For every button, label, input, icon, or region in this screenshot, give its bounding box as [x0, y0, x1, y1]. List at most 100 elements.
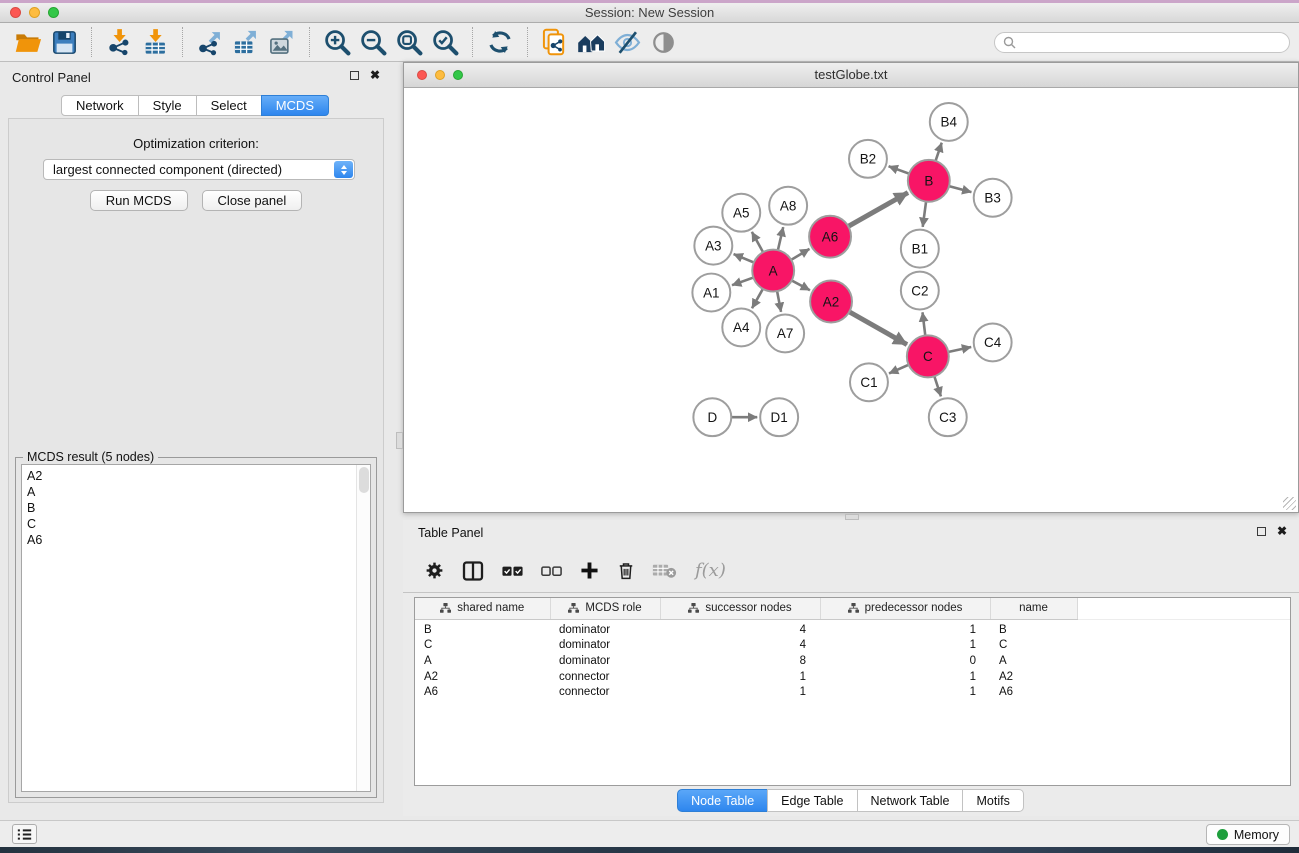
graph-node-label-B1: B1: [912, 241, 928, 256]
result-scrollbar[interactable]: [356, 465, 370, 791]
close-network-button[interactable]: [417, 70, 427, 80]
save-session-button[interactable]: [46, 25, 82, 59]
table-cell[interactable]: A6: [990, 684, 1077, 700]
float-panel-icon[interactable]: [1257, 527, 1266, 536]
column-header-successor-nodes[interactable]: successor nodes: [660, 598, 820, 619]
tab-select[interactable]: Select: [196, 95, 262, 116]
table-cell[interactable]: dominator: [550, 638, 660, 654]
tab-motifs[interactable]: Motifs: [962, 789, 1023, 812]
tab-edge-table[interactable]: Edge Table: [767, 789, 857, 812]
table-cell[interactable]: A: [990, 653, 1077, 669]
result-item[interactable]: A: [27, 484, 370, 500]
table-row[interactable]: Adominator80A: [415, 653, 1290, 669]
import-table-icon: [141, 28, 169, 56]
zoom-network-button[interactable]: [453, 70, 463, 80]
close-panel-button[interactable]: Close panel: [202, 190, 303, 211]
tab-network-table[interactable]: Network Table: [857, 789, 964, 812]
table-cell[interactable]: connector: [550, 684, 660, 700]
tab-network[interactable]: Network: [61, 95, 139, 116]
table-settings-button[interactable]: [424, 560, 445, 581]
network-graph[interactable]: B4B2BB3A5A8A6A3B1AA1C2A2A4A7C4CC1C3DD1: [404, 89, 1298, 512]
show-graphics-details-button[interactable]: [645, 25, 681, 59]
search-field[interactable]: [994, 32, 1290, 53]
tab-mcds[interactable]: MCDS: [261, 95, 329, 116]
select-all-button[interactable]: [501, 559, 524, 582]
hide-selected-button[interactable]: [609, 25, 645, 59]
network-from-selection-button[interactable]: [537, 25, 573, 59]
task-history-button[interactable]: [12, 824, 37, 844]
column-header-shared-name[interactable]: shared name: [415, 598, 550, 619]
table-cell[interactable]: 4: [660, 622, 820, 638]
table-cell[interactable]: 8: [660, 653, 820, 669]
table-cell[interactable]: connector: [550, 669, 660, 685]
function-builder-button[interactable]: f(x): [693, 560, 726, 581]
zoom-out-button[interactable]: [355, 25, 391, 59]
refresh-network-button[interactable]: [482, 25, 518, 59]
minimize-network-button[interactable]: [435, 70, 445, 80]
result-item[interactable]: B: [27, 500, 370, 516]
table-cell[interactable]: A2: [415, 669, 550, 685]
mcds-result-list[interactable]: A2ABCA6: [21, 464, 371, 792]
table-cell[interactable]: B: [990, 622, 1077, 638]
run-mcds-button[interactable]: Run MCDS: [90, 190, 188, 211]
minimize-window-button[interactable]: [29, 7, 40, 18]
table-cell[interactable]: 1: [660, 684, 820, 700]
panel-divider-handle[interactable]: [396, 432, 403, 449]
export-network-button[interactable]: [192, 25, 228, 59]
table-cell[interactable]: 1: [820, 669, 990, 685]
result-item[interactable]: A6: [27, 532, 370, 548]
delete-table-button[interactable]: [652, 562, 677, 580]
table-cell[interactable]: A2: [990, 669, 1077, 685]
table-cell[interactable]: A6: [415, 684, 550, 700]
memory-button[interactable]: Memory: [1206, 824, 1290, 845]
table-row[interactable]: Cdominator41C: [415, 638, 1290, 654]
split-column-button[interactable]: [461, 559, 485, 583]
table-row[interactable]: A6connector11A6: [415, 684, 1290, 700]
table-cell[interactable]: dominator: [550, 653, 660, 669]
table-cell[interactable]: 1: [660, 669, 820, 685]
table-cell[interactable]: 1: [820, 622, 990, 638]
tree-icon: [688, 603, 699, 613]
zoom-window-button[interactable]: [48, 7, 59, 18]
table-cell[interactable]: dominator: [550, 622, 660, 638]
table-cell[interactable]: 1: [820, 684, 990, 700]
export-image-button[interactable]: [264, 25, 300, 59]
tab-style[interactable]: Style: [138, 95, 197, 116]
close-panel-icon[interactable]: ✖: [370, 70, 380, 80]
deselect-all-button[interactable]: [540, 559, 563, 582]
zoom-selected-button[interactable]: [427, 25, 463, 59]
export-table-button[interactable]: [228, 25, 264, 59]
node-table[interactable]: shared nameMCDS rolesuccessor nodesprede…: [414, 597, 1291, 786]
network-canvas[interactable]: B4B2BB3A5A8A6A3B1AA1C2A2A4A7C4CC1C3DD1: [404, 89, 1298, 512]
tab-node-table[interactable]: Node Table: [677, 789, 768, 812]
resize-grip[interactable]: [1283, 497, 1296, 510]
column-header-MCDS-role[interactable]: MCDS role: [550, 598, 660, 619]
result-item[interactable]: A2: [27, 468, 370, 484]
table-cell[interactable]: 1: [820, 638, 990, 654]
open-file-button[interactable]: [10, 25, 46, 59]
table-cell[interactable]: 4: [660, 638, 820, 654]
zoom-in-button[interactable]: [319, 25, 355, 59]
table-cell[interactable]: B: [415, 622, 550, 638]
table-cell[interactable]: A: [415, 653, 550, 669]
close-panel-icon[interactable]: ✖: [1277, 526, 1287, 536]
table-row[interactable]: Bdominator41B: [415, 622, 1290, 638]
float-panel-icon[interactable]: [350, 71, 359, 80]
result-item[interactable]: C: [27, 516, 370, 532]
first-neighbors-button[interactable]: [573, 25, 609, 59]
table-cell[interactable]: C: [990, 638, 1077, 654]
table-cell[interactable]: C: [415, 638, 550, 654]
add-column-button[interactable]: [579, 560, 600, 581]
column-header-predecessor-nodes[interactable]: predecessor nodes: [820, 598, 990, 619]
criterion-dropdown[interactable]: largest connected component (directed): [43, 159, 355, 180]
network-window-titlebar[interactable]: testGlobe.txt: [404, 63, 1298, 88]
import-network-button[interactable]: [101, 25, 137, 59]
import-table-button[interactable]: [137, 25, 173, 59]
search-input[interactable]: [1021, 36, 1289, 50]
table-cell[interactable]: 0: [820, 653, 990, 669]
close-window-button[interactable]: [10, 7, 21, 18]
column-header-name[interactable]: name: [990, 598, 1077, 619]
table-row[interactable]: A2connector11A2: [415, 669, 1290, 685]
delete-column-button[interactable]: [616, 560, 636, 581]
zoom-fit-button[interactable]: [391, 25, 427, 59]
